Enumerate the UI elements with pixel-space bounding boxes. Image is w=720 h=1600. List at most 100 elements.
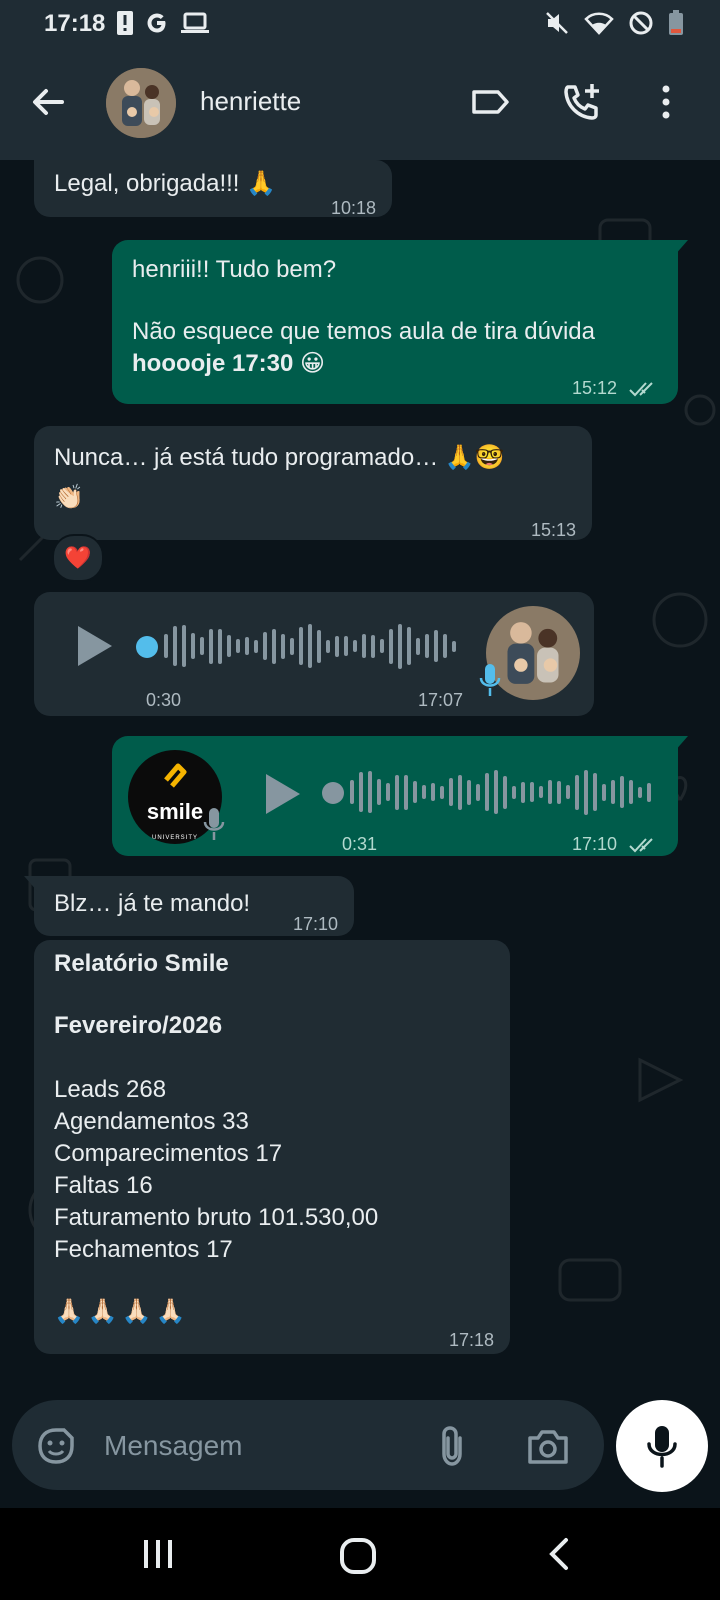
waveform-bar [308,624,312,668]
message-text-bold: hooooje 17:30 [132,350,294,377]
chat-header: henriette [0,48,720,160]
label-icon[interactable] [468,80,512,124]
waveform-bar [386,783,390,801]
message-composer[interactable]: Mensagem [12,1400,604,1490]
alert-icon [117,11,133,35]
waveform-bar [281,633,285,659]
outgoing-voice-message[interactable]: smile UNIVERSITY 0:31 17:10 [112,736,688,856]
waveform-bar [530,782,534,802]
back-arrow-icon[interactable] [28,82,68,122]
waveform-bar [377,779,381,805]
waveform-bar [359,772,363,812]
waveform-bar [566,785,570,799]
camera-icon[interactable] [526,1426,570,1466]
nav-back-icon[interactable] [544,1536,574,1572]
attach-icon[interactable] [434,1424,470,1468]
waveform-bar [629,780,633,804]
incoming-message[interactable]: Blz… já te mando! 17:10 [24,876,354,936]
message-text: Nunca… já está tudo programado… 🙏🤓 [54,444,505,471]
report-line: Leads 268 [54,1076,167,1103]
emoji-line: 👏🏻 [54,484,84,511]
waveform-bar [539,786,543,798]
waveform-bar [407,627,411,665]
waveform-bar [440,785,444,799]
waveform-bar [164,634,168,658]
incoming-report-message[interactable]: Relatório Smile Fevereiro/2026 Leads 268… [34,940,510,1354]
message-text: Legal, obrigada!!! 🙏 [54,170,277,197]
play-icon[interactable] [74,624,114,668]
waveform-bar [272,628,276,664]
report-line: Faltas 16 [54,1172,153,1199]
waveform-bar [290,637,294,655]
mic-button[interactable] [616,1400,708,1492]
waveform-bar [548,780,552,804]
waveform-bar [344,636,348,656]
voice-progress-dot[interactable] [322,782,344,804]
incoming-voice-message[interactable]: 0:30 17:07 [34,592,594,716]
do-not-disturb-icon [629,11,653,35]
mic-small-icon [479,664,501,696]
waveform-bar [503,775,507,809]
report-emojis: 🙏🏻🙏🏻🙏🏻🙏🏻 [54,1298,190,1325]
report-line: Faturamento bruto 101.530,00 [54,1204,379,1231]
report-title: Relatório Smile [54,950,229,977]
recent-apps-icon[interactable] [140,1536,176,1572]
waveform-bar [413,781,417,803]
waveform-bar [395,774,399,810]
waveform-bar [353,640,357,652]
add-call-icon[interactable] [560,80,604,124]
waveform-bar [647,782,651,802]
status-time: 17:18 [44,10,106,37]
read-ticks-icon [629,838,653,853]
play-icon[interactable] [262,772,302,816]
laptop-icon [181,12,209,33]
contact-avatar[interactable] [106,68,176,138]
waveform-bar [335,635,339,657]
sticker-icon[interactable] [34,1424,78,1468]
wifi-icon [584,12,614,35]
waveform-bar [350,780,354,804]
waveform-bar [317,629,321,663]
message-time: 17:07 [418,690,464,710]
status-bar: 17:18 [0,0,720,48]
incoming-message[interactable]: Nunca… já está tudo programado… 🙏🤓 👏🏻 15… [34,426,592,540]
waveform-bar [575,774,579,810]
voice-duration: 0:31 [342,834,378,854]
waveform-bar [449,778,453,806]
waveform-bar [380,639,384,653]
contact-name[interactable]: henriette [200,86,301,117]
waveform-bar [638,786,642,798]
waveform-bar [182,625,186,667]
waveform-bar [326,639,330,653]
waveform-bar [209,628,213,664]
waveform-bar [371,634,375,658]
waveform-bar [431,783,435,801]
incoming-message[interactable]: Legal, obrigada!!! 🙏 10:18 [34,160,392,218]
heart-reaction: ❤️ [64,545,92,570]
waveform-bar [398,623,402,669]
waveform-bar [425,634,429,658]
voice-waveform [350,766,651,818]
reaction-badge[interactable]: ❤️ [52,534,104,582]
message-input[interactable]: Mensagem [104,1430,243,1462]
waveform-bar [389,628,393,664]
waveform-bar [299,627,303,665]
waveform-bar [584,769,588,815]
outgoing-message[interactable]: henriii!! Tudo bem? Não esquece que temo… [112,240,688,404]
voice-progress-dot[interactable] [136,636,158,658]
chat-area[interactable]: Legal, obrigada!!! 🙏 10:18 henriii!! Tud… [0,160,720,1400]
waveform-bar [254,639,258,653]
report-line: Comparecimentos 17 [54,1140,283,1167]
waveform-bar [593,773,597,811]
message-time: 17:10 [571,834,617,854]
home-icon[interactable] [338,1536,378,1576]
waveform-bar [191,633,195,659]
waveform-bar [557,780,561,804]
waveform-bar [245,637,249,655]
waveform-bar [485,773,489,811]
waveform-bar [602,783,606,801]
more-options-icon[interactable] [644,80,688,124]
smile-logo-icon [164,763,187,788]
message-time: 15:13 [530,520,576,540]
message-time: 17:18 [448,1330,494,1350]
